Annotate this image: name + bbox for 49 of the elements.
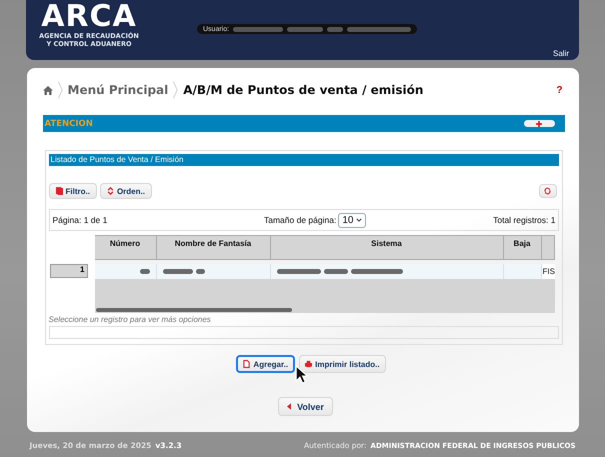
table-row[interactable]: FIS: [94, 264, 554, 279]
redacted-bar: [287, 26, 324, 32]
scrollbar-thumb[interactable]: [96, 308, 292, 312]
redacted-bar: [233, 26, 284, 32]
page-size-select[interactable]: 10: [338, 212, 366, 228]
help-link[interactable]: ?: [556, 84, 562, 96]
breadcrumb-link[interactable]: Menú Principal: [68, 83, 168, 97]
refresh-icon: [544, 187, 551, 195]
triangle-left-icon: [287, 403, 292, 410]
column-header[interactable]: Nombre de Fantasía: [156, 236, 270, 259]
total-records: Total registros: 1: [493, 215, 556, 225]
sort-icon: [106, 187, 114, 195]
expand-button[interactable]: [524, 120, 554, 127]
redacted-bar: [350, 269, 402, 274]
column-header[interactable]: Número: [94, 236, 156, 259]
chevron-separator-icon: [173, 81, 178, 99]
home-icon[interactable]: [42, 86, 52, 94]
panel-title: Listado de Puntos de Venta / Emisión: [48, 154, 558, 166]
logo-text: ARCA: [41, 2, 137, 32]
redacted-bar: [162, 269, 192, 274]
table-cell: FIS: [542, 267, 554, 276]
redacted-bar: [347, 26, 412, 32]
back-button[interactable]: Volver: [278, 397, 333, 416]
redacted-bar: [324, 269, 348, 274]
sort-button[interactable]: Orden..: [100, 183, 152, 199]
chevron-down-icon: [356, 218, 362, 222]
row-number[interactable]: 1: [50, 264, 88, 278]
logout-link[interactable]: Salir: [552, 49, 569, 58]
add-button[interactable]: Agregar..: [236, 355, 296, 373]
mouse-pointer-icon: [294, 365, 308, 384]
column-header[interactable]: Baja: [504, 236, 542, 259]
filter-button[interactable]: Filtro..: [48, 183, 97, 199]
hint-text: Seleccione un registro para ver más opciones: [48, 315, 212, 324]
chevron-separator-icon: [58, 81, 62, 99]
column-header[interactable]: Sistema: [270, 236, 504, 259]
book-icon: [56, 187, 62, 195]
printer-icon: [305, 360, 312, 368]
document-icon: [243, 360, 250, 368]
notice-title: ATENCION: [44, 118, 93, 128]
plus-icon: [536, 120, 542, 126]
redacted-bar: [327, 26, 344, 32]
refresh-button[interactable]: [538, 184, 556, 198]
redacted-bar: [276, 269, 320, 274]
page-size-label: Tamaño de página:: [264, 215, 336, 225]
redacted-bar: [196, 269, 204, 274]
print-button[interactable]: Imprimir listado..: [299, 355, 386, 373]
redacted-bar: [140, 269, 150, 274]
page-info: Página: 1 de 1: [52, 215, 108, 225]
page-title: A/B/M de Puntos de venta / emisión: [183, 83, 424, 97]
